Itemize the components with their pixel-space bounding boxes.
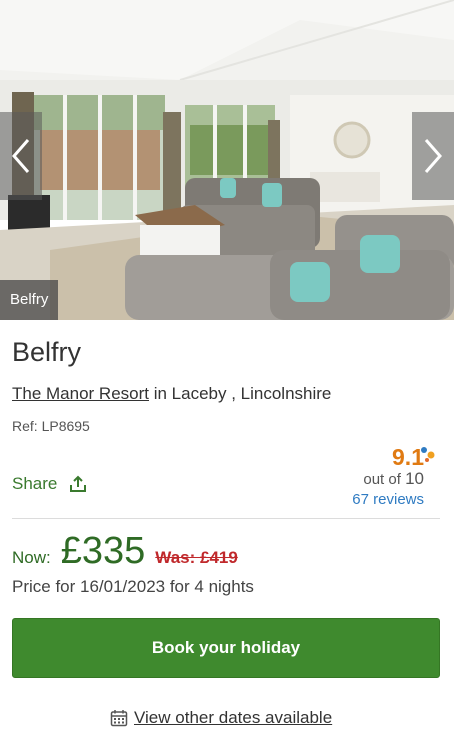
other-dates-link[interactable]: View other dates available xyxy=(110,708,332,728)
current-price: £335 xyxy=(60,530,146,572)
rating-score: 9.1 xyxy=(392,444,424,470)
now-label: Now: xyxy=(12,548,51,567)
property-gallery[interactable]: Belfry xyxy=(0,0,454,320)
rating-scale: out of 10 xyxy=(352,469,424,489)
book-holiday-button[interactable]: Book your holiday xyxy=(12,618,440,678)
price-row: Now: £335 Was: £419 xyxy=(12,530,238,573)
chevron-left-icon xyxy=(12,139,30,173)
was-price: Was: £419 xyxy=(155,548,238,567)
price-note: Price for 16/01/2023 for 4 nights xyxy=(12,577,254,596)
rating-logo-icon xyxy=(421,447,435,462)
share-icon xyxy=(70,475,87,492)
gallery-next-button[interactable] xyxy=(412,112,454,200)
location-text: in Laceby , Lincolnshire xyxy=(149,384,332,403)
property-ref: Ref: LP8695 xyxy=(12,418,90,434)
calendar-icon xyxy=(110,710,128,727)
share-button[interactable]: Share xyxy=(12,474,87,494)
resort-link[interactable]: The Manor Resort xyxy=(12,384,149,403)
rating-block: 9.1 out of 10 67 reviews xyxy=(352,444,435,508)
property-location: The Manor Resort in Laceby , Lincolnshir… xyxy=(12,384,331,404)
image-caption: Belfry xyxy=(0,280,59,320)
rating-out-of: out of xyxy=(363,471,406,488)
property-photo xyxy=(0,0,454,320)
divider xyxy=(12,518,440,519)
gallery-prev-button[interactable] xyxy=(0,112,42,200)
property-title: Belfry xyxy=(12,337,82,367)
share-label: Share xyxy=(12,474,58,493)
rating-max: 10 xyxy=(405,469,424,488)
other-dates-label: View other dates available xyxy=(134,708,333,727)
chevron-right-icon xyxy=(424,139,442,173)
reviews-link[interactable]: 67 reviews xyxy=(352,491,424,508)
